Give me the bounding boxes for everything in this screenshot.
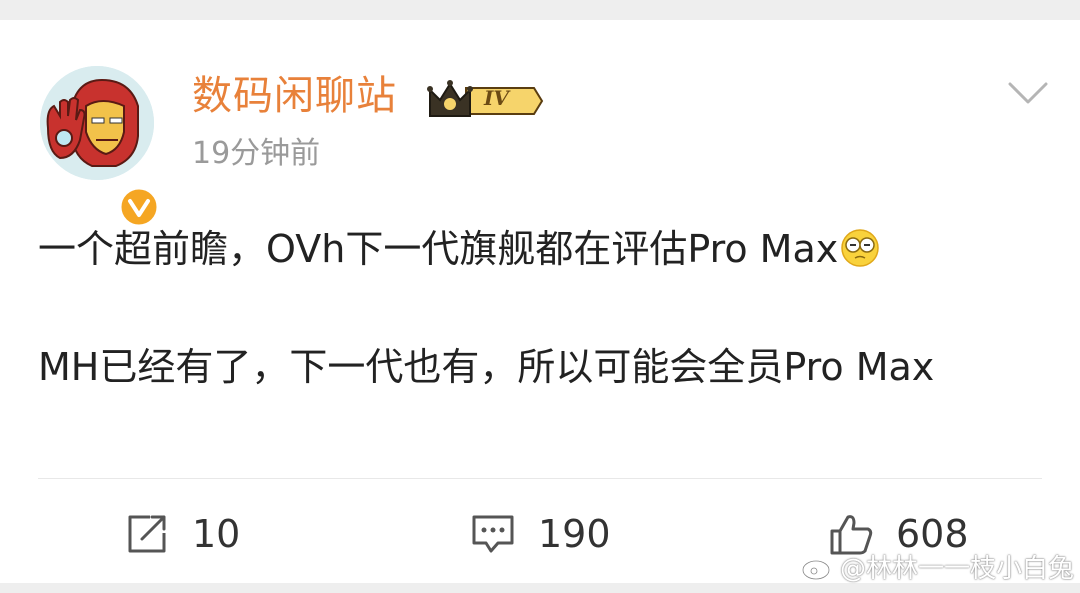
comment-button[interactable]: 190	[470, 506, 611, 562]
comment-count: 190	[538, 512, 611, 556]
level-badge[interactable]: IV	[426, 78, 544, 124]
post-body: 一个超前瞻，OVh下一代旗舰都在评估Pro Max MH已经有了，下一代也有，所…	[38, 220, 1038, 396]
post-text-1: 一个超前瞻，OVh下一代旗舰都在评估Pro Max	[38, 227, 839, 271]
post-timestamp: 19分钟前	[192, 136, 321, 171]
comment-icon	[472, 515, 514, 553]
post-text-line1: 一个超前瞻，OVh下一代旗舰都在评估Pro Max	[38, 220, 1038, 278]
avatar[interactable]	[40, 66, 160, 228]
iron-man-avatar-icon	[40, 66, 154, 180]
post-text-line2: MH已经有了，下一代也有，所以可能会全员Pro Max	[38, 345, 935, 389]
divider	[38, 478, 1042, 479]
repost-button[interactable]: 10	[124, 506, 240, 562]
weibo-logo-icon	[801, 553, 835, 581]
repost-count: 10	[192, 512, 241, 556]
chevron-down-icon[interactable]	[1004, 76, 1052, 108]
watermark-text: @林林一一枝小白兔	[840, 553, 1075, 584]
repost-icon	[128, 515, 166, 553]
watermark: @林林一一枝小白兔	[800, 548, 1074, 584]
level-badge-text: IV	[484, 86, 509, 110]
username[interactable]: 数码闲聊站	[192, 72, 397, 120]
squint-emoji-icon	[841, 229, 879, 267]
weibo-post-card: 数码闲聊站 IV 19分钟前 一个超前瞻，OVh下一代旗舰都在评估Pro Max…	[0, 20, 1080, 583]
